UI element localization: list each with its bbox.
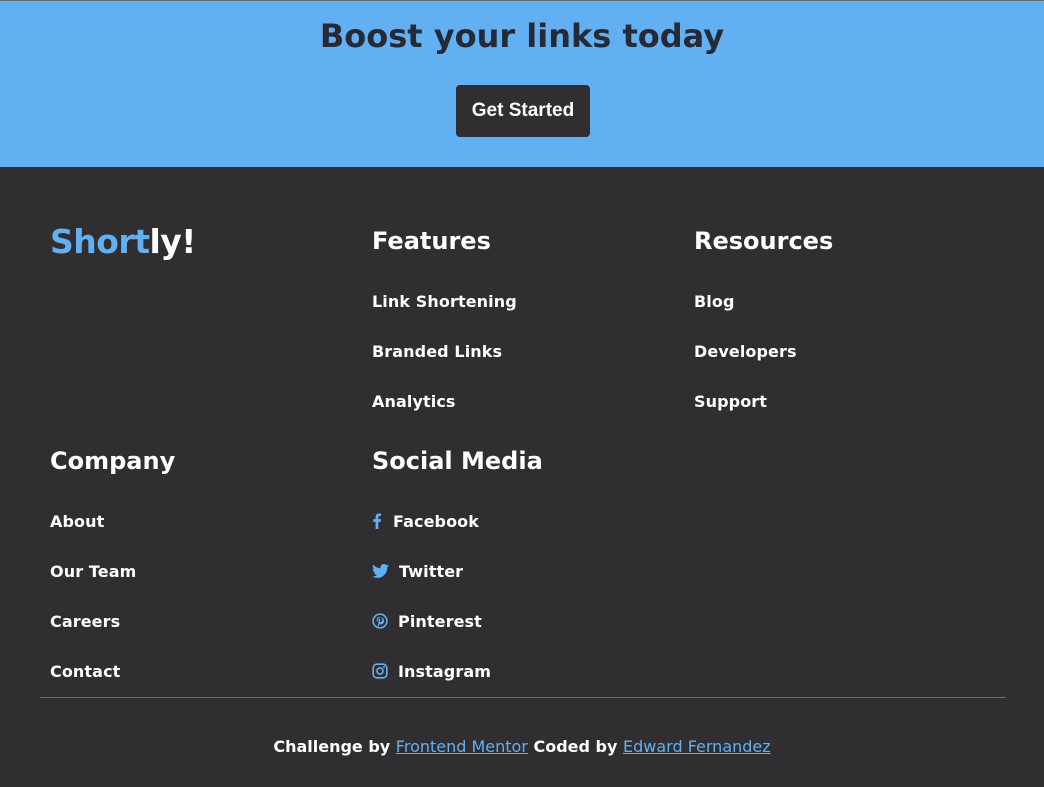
instagram-link[interactable]: Instagram (372, 646, 543, 696)
twitter-link[interactable]: Twitter (372, 546, 543, 596)
company-column: Company About Our Team Careers Contact (50, 446, 175, 696)
facebook-label: Facebook (393, 511, 480, 531)
social-column: Social Media Facebook Twitter Pinterest … (372, 446, 543, 696)
our-team-link[interactable]: Our Team (50, 546, 175, 596)
attribution-middle: Coded by (527, 737, 624, 756)
frontend-mentor-link[interactable]: Frontend Mentor (396, 737, 528, 756)
branded-links-link[interactable]: Branded Links (372, 326, 517, 376)
contact-link[interactable]: Contact (50, 646, 175, 696)
pinterest-link[interactable]: Pinterest (372, 596, 543, 646)
link-shortening-link[interactable]: Link Shortening (372, 276, 517, 326)
company-heading: Company (50, 447, 176, 475)
get-started-button[interactable]: Get Started (456, 85, 590, 137)
blog-link[interactable]: Blog (694, 276, 833, 326)
social-heading: Social Media (372, 447, 543, 475)
logo-part-accent: Short (50, 222, 150, 261)
instagram-icon (372, 663, 388, 679)
about-link[interactable]: About (50, 496, 175, 546)
footer-divider (40, 697, 1006, 698)
twitter-label: Twitter (399, 561, 464, 581)
instagram-label: Instagram (398, 661, 492, 681)
resources-column: Resources Blog Developers Support (694, 226, 833, 426)
logo-part-white: ly! (149, 222, 196, 261)
resources-heading: Resources (694, 227, 834, 255)
brand-logo[interactable]: Shortly! (50, 222, 196, 261)
cta-title: Boost your links today (319, 17, 725, 55)
attribution: Challenge by Frontend Mentor Coded by Ed… (0, 737, 1044, 756)
pinterest-icon (372, 613, 388, 629)
analytics-link[interactable]: Analytics (372, 376, 517, 426)
footer: Shortly! Features Link Shortening Brande… (0, 167, 1044, 787)
facebook-link[interactable]: Facebook (372, 496, 543, 546)
careers-link[interactable]: Careers (50, 596, 175, 646)
features-heading: Features (372, 227, 491, 255)
features-column: Features Link Shortening Branded Links A… (372, 226, 517, 426)
author-link[interactable]: Edward Fernandez (623, 737, 771, 756)
support-link[interactable]: Support (694, 376, 833, 426)
developers-link[interactable]: Developers (694, 326, 833, 376)
twitter-icon (372, 563, 389, 579)
pinterest-label: Pinterest (398, 611, 482, 631)
facebook-icon (372, 513, 382, 529)
attribution-prefix: Challenge by (273, 737, 396, 756)
cta-banner: Boost your links today Get Started (0, 0, 1044, 167)
